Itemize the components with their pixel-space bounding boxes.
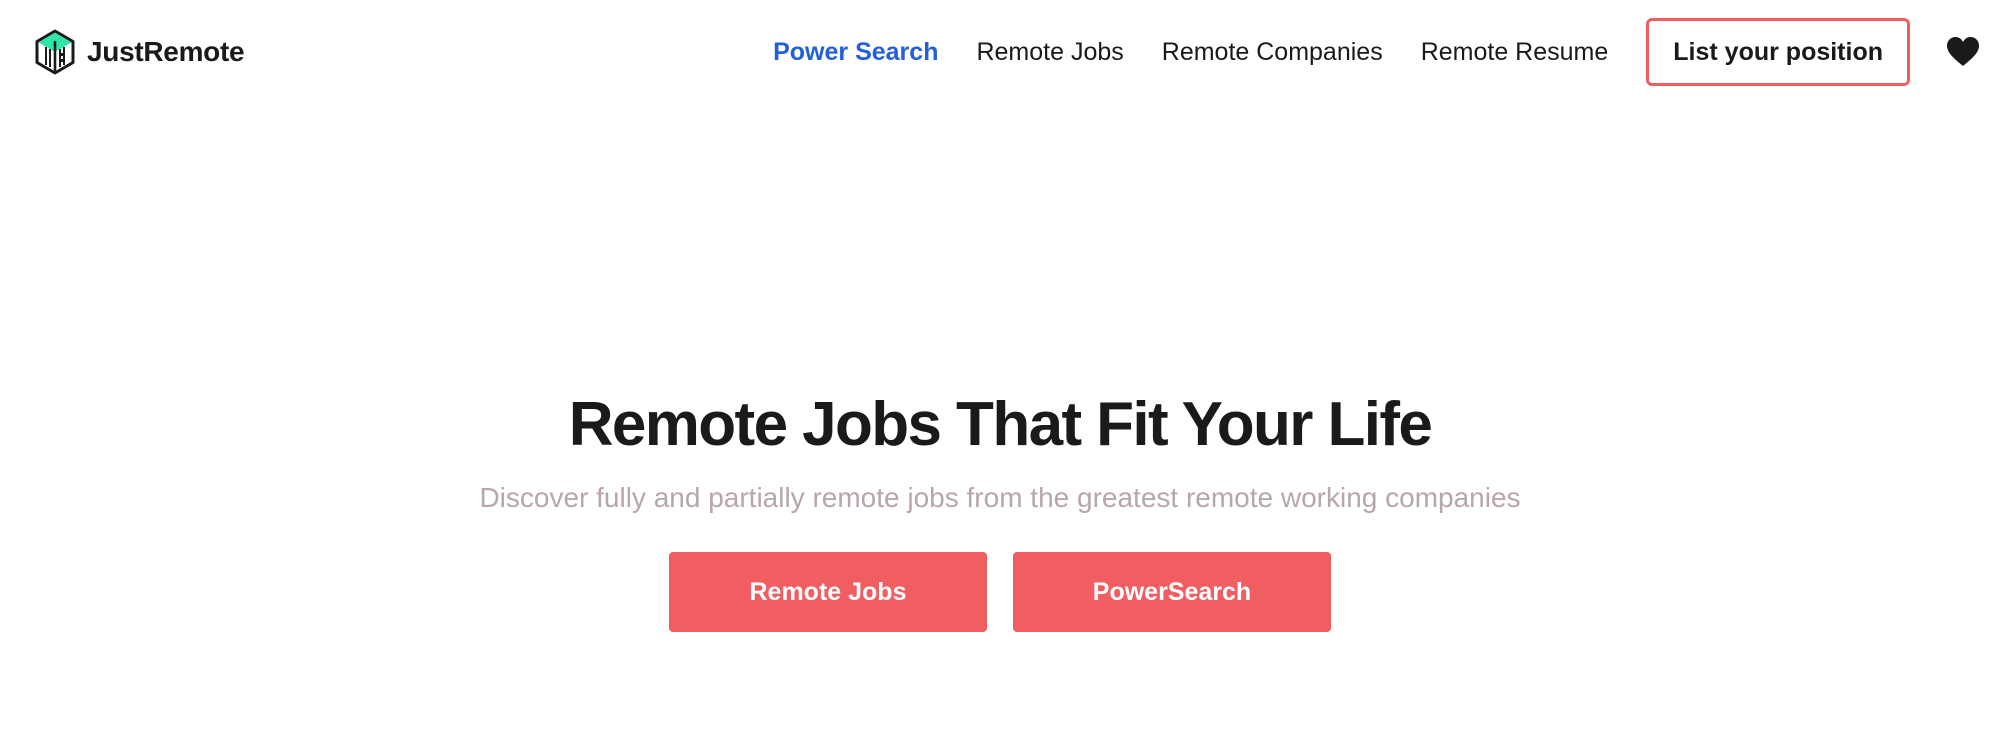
nav-link-power-search[interactable]: Power Search [773, 38, 938, 67]
hero-subtitle: Discover fully and partially remote jobs… [479, 482, 1521, 513]
site-header: JustRemote Power Search Remote Jobs Remo… [0, 0, 2000, 104]
heart-icon[interactable] [1946, 36, 1980, 68]
hero-title: Remote Jobs That Fit Your Life [568, 390, 1433, 459]
building-hexagon-icon [35, 29, 75, 75]
nav-link-remote-companies[interactable]: Remote Companies [1162, 38, 1383, 67]
remote-jobs-button[interactable]: Remote Jobs [669, 552, 987, 632]
power-search-button[interactable]: PowerSearch [1013, 552, 1331, 632]
hero-section: Remote Jobs That Fit Your Life Discover … [0, 380, 2000, 632]
brand-name: JustRemote [87, 36, 245, 67]
main-nav: Power Search Remote Jobs Remote Companie… [773, 18, 1980, 86]
nav-link-remote-resume[interactable]: Remote Resume [1421, 38, 1609, 67]
nav-link-remote-jobs[interactable]: Remote Jobs [976, 38, 1123, 67]
list-your-position-button[interactable]: List your position [1646, 18, 1910, 86]
brand-home-link[interactable]: JustRemote [34, 28, 245, 76]
hero-actions: Remote Jobs PowerSearch [0, 552, 2000, 632]
